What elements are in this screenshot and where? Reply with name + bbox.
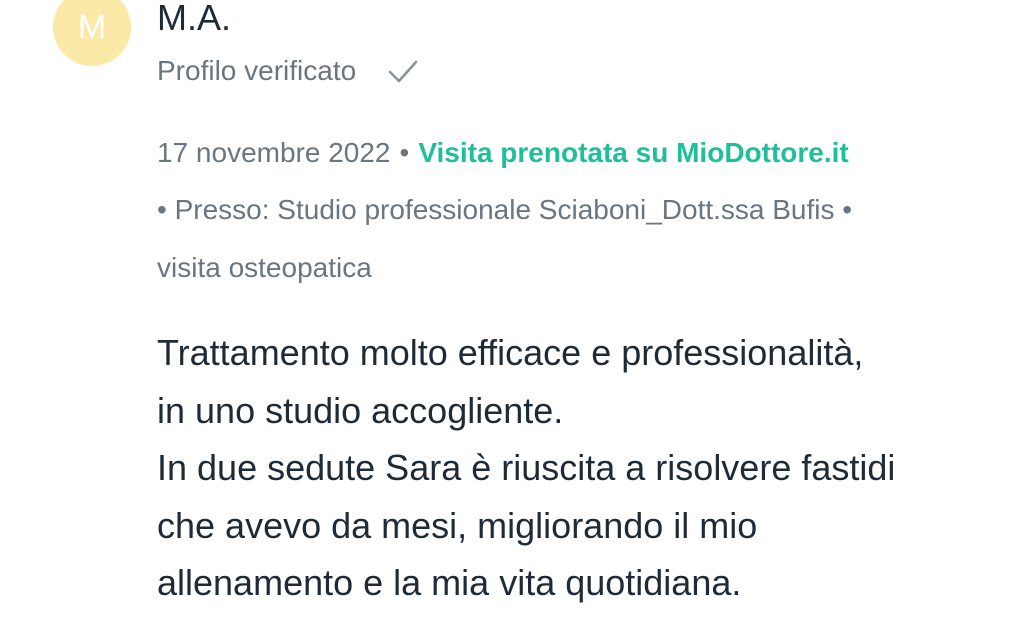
comment-line: allenamento e la mia vita quotidiana. <box>157 562 742 603</box>
visit-date: 17 novembre 2022 <box>157 137 391 168</box>
comment-line: che avevo da mesi, migliorando il mio <box>157 504 758 546</box>
comment-line: In due sedute Sara è riuscita a risolver… <box>157 447 896 488</box>
review-comment: Trattamento molto efficace e professiona… <box>157 324 997 612</box>
visit-location: Presso: Studio professionale Sciaboni_Do… <box>174 194 835 225</box>
visit-meta-line: 17 novembre 2022 • Visita prenotata su Mio… <box>157 136 849 170</box>
review-card: M M.A. Profilo verificato 17 novembre 20… <box>0 0 1024 619</box>
separator-dot: • <box>842 194 853 225</box>
comment-line: in uno studio accogliente. <box>157 389 564 431</box>
avatar-initial: M <box>77 7 107 46</box>
check-icon <box>388 60 418 83</box>
booked-via-badge: Visita prenotata su MioDottore.it <box>418 137 849 168</box>
verified-label: Profilo verificato <box>157 55 357 86</box>
separator-dot: • <box>399 137 410 168</box>
verified-profile: Profilo verificato <box>157 54 420 88</box>
avatar: M <box>53 0 131 66</box>
visit-location-line: • Presso: Studio professionale Sciaboni_… <box>157 193 852 227</box>
visit-service: visita osteopatica <box>157 252 372 283</box>
comment-line: Trattamento molto efficace e professiona… <box>157 332 864 373</box>
author-name: M.A. <box>157 0 232 38</box>
separator-dot: • <box>157 194 167 225</box>
